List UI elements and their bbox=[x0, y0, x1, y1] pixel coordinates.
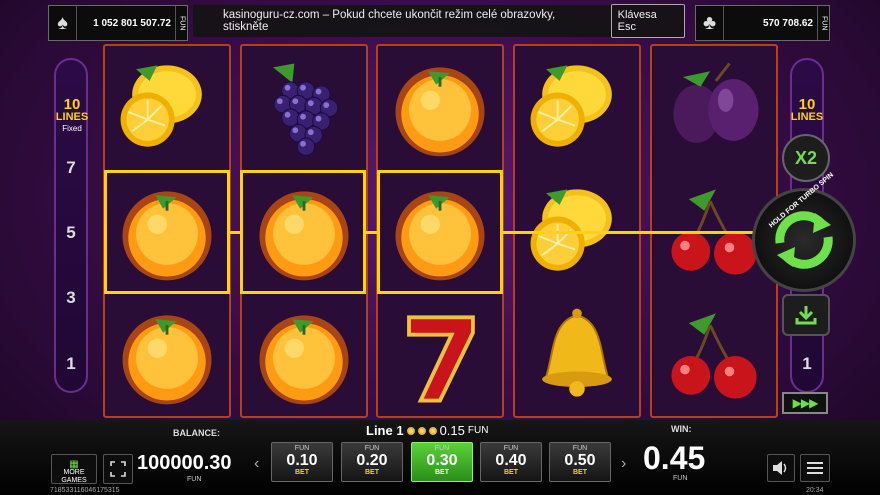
bet-label: BET bbox=[504, 469, 518, 476]
bet-button[interactable]: FUN 0.10 BET bbox=[271, 442, 333, 482]
collect-button[interactable] bbox=[782, 294, 830, 336]
coin-icon bbox=[406, 426, 415, 435]
jackpot-club-amount: 570 708.62 bbox=[762, 17, 813, 29]
spade-icon: ♠ bbox=[49, 6, 77, 40]
grid-icon: ▦ bbox=[69, 459, 79, 470]
bet-label: BET bbox=[365, 469, 379, 476]
bet-value: 0.20 bbox=[356, 452, 388, 469]
lemon-icon bbox=[530, 65, 612, 147]
win-currency: FUN bbox=[673, 475, 688, 482]
fullscreen-icon bbox=[110, 461, 126, 477]
orange-icon bbox=[259, 315, 349, 405]
lines-fixed-label: Fixed bbox=[62, 124, 82, 133]
line-win-info: Line 1 0.15 FUN bbox=[366, 423, 488, 438]
clock: 20:34 bbox=[806, 487, 824, 494]
jackpot-club-currency: FUN bbox=[817, 6, 829, 40]
bet-value: 0.40 bbox=[495, 452, 527, 469]
bet-currency: FUN bbox=[364, 445, 380, 452]
balance-value: 100000.30 bbox=[137, 452, 232, 474]
symbol-orange bbox=[242, 294, 366, 418]
bet-button[interactable]: FUN 0.40 BET bbox=[480, 442, 542, 482]
symbol-orange bbox=[378, 46, 502, 170]
bet-button[interactable]: FUN 0.20 BET bbox=[341, 442, 403, 482]
left-lines-indicator: 10 LINES Fixed bbox=[42, 97, 102, 134]
spin-arrows-icon bbox=[775, 211, 833, 269]
line-win-amount: 0.15 bbox=[439, 423, 465, 438]
bet-value: 0.30 bbox=[426, 452, 458, 469]
winning-symbol-frame bbox=[377, 170, 503, 294]
menu-icon bbox=[807, 462, 823, 464]
bell-icon bbox=[542, 308, 612, 397]
symbol-seven bbox=[378, 294, 502, 418]
right-line-number: 1 bbox=[802, 354, 812, 373]
fullscreen-button[interactable] bbox=[103, 454, 133, 484]
bet-currency: FUN bbox=[503, 445, 519, 452]
more-games-button[interactable]: ▦ MORE GAMES bbox=[51, 454, 97, 484]
bet-currency: FUN bbox=[572, 445, 588, 452]
symbol-lemon bbox=[515, 46, 639, 170]
bet-label: BET bbox=[435, 469, 449, 476]
left-lines-word: LINES bbox=[55, 111, 89, 123]
win-label: WIN: bbox=[671, 424, 692, 434]
line-win-currency: FUN bbox=[467, 425, 489, 436]
spin-button[interactable] bbox=[752, 188, 856, 292]
game-stage: ♠ 1 052 801 507.72 FUN ♣ 570 708.62 FUN … bbox=[0, 0, 880, 495]
symbol-grapes bbox=[242, 46, 366, 170]
right-lines-word: LINES bbox=[790, 111, 824, 123]
left-line-number: 1 bbox=[66, 354, 76, 373]
speaker-icon bbox=[773, 461, 787, 475]
symbol-lemon bbox=[105, 46, 229, 170]
left-line-number: 7 bbox=[66, 158, 76, 177]
jackpot-spade-box: ♠ 1 052 801 507.72 FUN bbox=[48, 5, 188, 41]
bet-button[interactable]: FUN 0.50 BET bbox=[549, 442, 611, 482]
jackpot-club-box: ♣ 570 708.62 FUN bbox=[695, 5, 830, 41]
fullscreen-notice-text: kasinoguru-cz.com – Pokud chcete ukončit… bbox=[223, 9, 556, 33]
gamble-x2-button[interactable]: X2 bbox=[782, 134, 830, 182]
balance-currency: FUN bbox=[187, 476, 202, 483]
bet-prev-icon[interactable]: ‹ bbox=[254, 455, 259, 473]
more-games-label: MORE GAMES bbox=[61, 469, 87, 484]
bet-button[interactable]: FUN 0.30 BET bbox=[411, 442, 473, 482]
download-icon bbox=[795, 306, 817, 325]
plum-icon bbox=[673, 62, 759, 143]
autoplay-button[interactable]: ▶▶▶ bbox=[782, 392, 828, 414]
coin-icon bbox=[428, 426, 437, 435]
bet-label: BET bbox=[573, 469, 587, 476]
winning-symbol-frame bbox=[104, 170, 230, 294]
session-id: 718533116046175315 bbox=[50, 487, 120, 494]
symbol-bell bbox=[515, 294, 639, 418]
club-icon: ♣ bbox=[696, 6, 724, 40]
bet-currency: FUN bbox=[294, 445, 310, 452]
jackpot-spade-currency: FUN bbox=[175, 6, 187, 40]
grapes-icon bbox=[273, 63, 339, 156]
win-value: 0.45 bbox=[643, 440, 706, 476]
bet-currency: FUN bbox=[434, 445, 450, 452]
sound-button[interactable] bbox=[767, 454, 795, 482]
bet-label: BET bbox=[295, 469, 309, 476]
seven-icon bbox=[407, 315, 475, 403]
symbol-plum bbox=[652, 46, 776, 170]
orange-icon bbox=[122, 315, 212, 405]
cherries-icon bbox=[671, 313, 757, 399]
payline-segment bbox=[503, 231, 755, 234]
bet-value: 0.50 bbox=[564, 452, 596, 469]
left-line-number: 3 bbox=[66, 288, 76, 307]
right-lines-indicator: 10 LINES bbox=[777, 97, 837, 124]
balance-label: BALANCE: bbox=[173, 428, 220, 438]
coin-icon bbox=[417, 426, 426, 435]
bet-value: 0.10 bbox=[286, 452, 318, 469]
menu-button[interactable] bbox=[800, 454, 830, 482]
symbol-cherries bbox=[652, 294, 776, 418]
lemon-icon bbox=[120, 65, 202, 147]
symbol-orange bbox=[105, 294, 229, 418]
bet-next-icon[interactable]: › bbox=[621, 455, 626, 473]
fullscreen-notice: kasinoguru-cz.com – Pokud chcete ukončit… bbox=[193, 4, 685, 38]
line-win-label: Line 1 bbox=[366, 423, 404, 438]
orange-icon bbox=[395, 67, 485, 157]
escape-key-hint: Klávesa Esc bbox=[610, 4, 685, 38]
left-line-number: 5 bbox=[66, 223, 76, 242]
jackpot-spade-amount: 1 052 801 507.72 bbox=[93, 17, 171, 29]
winning-symbol-frame bbox=[240, 170, 366, 294]
